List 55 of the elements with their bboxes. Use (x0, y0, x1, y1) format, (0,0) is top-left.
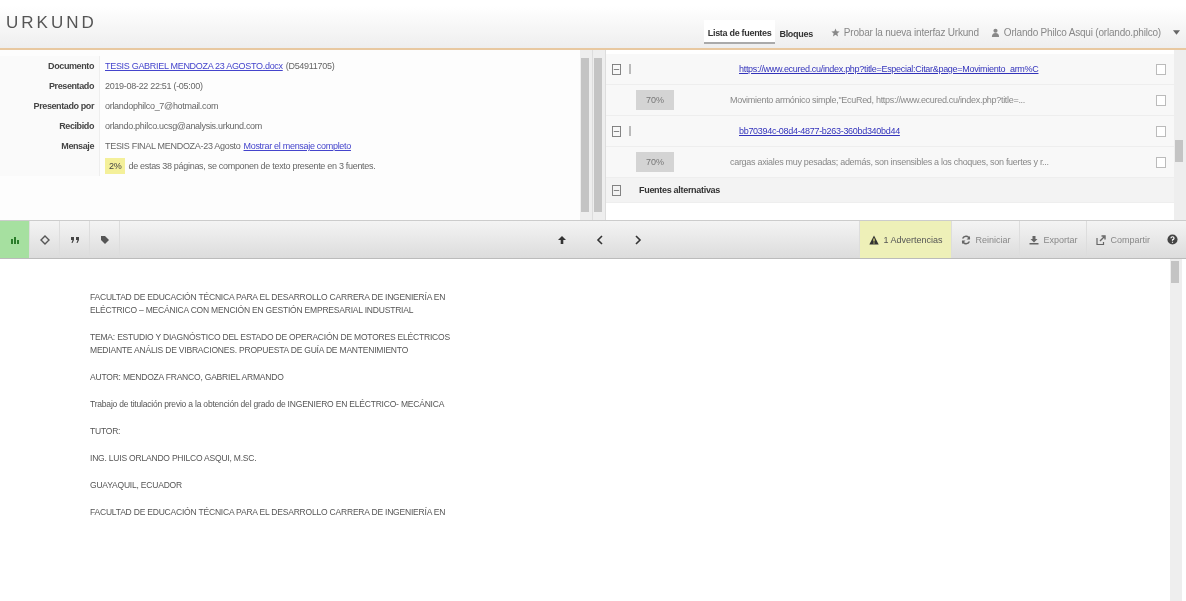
checkbox[interactable] (1156, 125, 1166, 137)
tab[interactable]: Lista de fuentes (703, 20, 776, 44)
checkbox[interactable] (1156, 94, 1166, 106)
download-icon (1029, 234, 1040, 245)
scrollbar[interactable] (593, 50, 606, 220)
warning-button[interactable]: 1 Advertencias (859, 221, 952, 258)
help-icon[interactable] (1167, 234, 1178, 245)
percent-badge: 2% (105, 158, 126, 174)
scrollbar[interactable] (580, 50, 592, 220)
message-link[interactable]: Mostrar el mensaje completo (243, 141, 351, 151)
tag-icon (99, 234, 110, 245)
match-text[interactable]: cargas axiales muy pesadas; además, son insensibles a los choques, son fuertes y r... (730, 157, 1148, 167)
document-paragraph: ING. LUIS ORLANDO PHILCO ASQUI, M.SC. (90, 452, 258, 465)
document-paragraph: FACULTAD DE EDUCACIÓN TÉCNICA PARA EL DESARROLLO CARRERA DE INGENIERÍA EN ELÉCTRICO – MECÁNICA CON MENCIÓN EN GESTIÓN EMPRESARIAL INDUSTRIAL (90, 291, 447, 317)
document-paragraph: Trabajo de titulación previo a la obtención del grado de INGENIERO EN ELÉCTRICO- MECÁNICA (90, 398, 446, 411)
previous-icon[interactable] (594, 234, 605, 245)
collapse-icon[interactable] (612, 184, 621, 196)
share-icon (1096, 234, 1107, 245)
document-paragraph: TUTOR: (90, 425, 122, 438)
source-marker (629, 126, 631, 136)
field-value: orlando.philco.ucsg@analysis.urkund.com (105, 121, 263, 131)
field-value: TESIS FINAL MENDOZA-23 Agosto (105, 141, 241, 151)
scrollbar[interactable] (1170, 259, 1182, 601)
checkbox[interactable] (1156, 156, 1166, 168)
field-value: (D54911705) (285, 61, 335, 71)
user-icon (990, 27, 1000, 37)
group-label: Fuentes alternativas (639, 185, 721, 195)
chart-tool[interactable] (0, 221, 30, 258)
document-link[interactable]: TESIS GABRIEL MENDOZA 23 AGOSTO.docx (105, 61, 283, 71)
summary-text: de estas 38 páginas, se componen de texto presente en 3 fuentes. (128, 161, 376, 171)
field-value: orlandophilco_7@hotmail.com (105, 101, 219, 111)
source-marker (629, 64, 631, 74)
collapse-icon[interactable] (612, 125, 621, 137)
quote-icon (69, 234, 80, 245)
field-value: 2019-08-22 22:51 (-05:00) (105, 81, 203, 91)
logo: URKUND (5, 13, 97, 33)
document-paragraph: AUTOR: MENDOZA FRANCO, GABRIEL ARMANDO (90, 371, 285, 384)
document-paragraph: FACULTAD DE EDUCACIÓN TÉCNICA PARA EL DESARROLLO CARRERA DE INGENIERÍA EN (90, 506, 447, 519)
scrollbar[interactable] (1174, 50, 1186, 220)
bar-chart-icon (9, 234, 20, 245)
caret-icon (1173, 29, 1180, 35)
match-text[interactable]: Movimiento armónico simple,"EcuRed, https://www.ecured.cu/index.php?title=... (730, 95, 1148, 105)
warning-icon (869, 234, 880, 245)
match-percent: 70% (636, 90, 674, 110)
tab[interactable]: Bloques (775, 20, 817, 44)
collapse-icon[interactable] (612, 63, 621, 75)
match-percent: 70% (636, 152, 674, 172)
document-paragraph: GUAYAQUIL, ECUADOR (90, 479, 183, 492)
checkbox[interactable] (1156, 63, 1166, 75)
document-paragraph: TEMA: ESTUDIO Y DIAGNÓSTICO DEL ESTADO DE OPERACIÓN DE MOTORES ELÉCTRICOS MEDIANTE ANÁLIS DE VIBRACIONES. PROPUESTA DE GUÍA DE MANTENIMIENTO (90, 331, 451, 357)
star-icon (830, 27, 840, 37)
next-icon[interactable] (632, 234, 643, 245)
diamond-icon (39, 234, 50, 245)
refresh-icon (961, 234, 972, 245)
up-arrow-icon[interactable] (556, 234, 567, 245)
